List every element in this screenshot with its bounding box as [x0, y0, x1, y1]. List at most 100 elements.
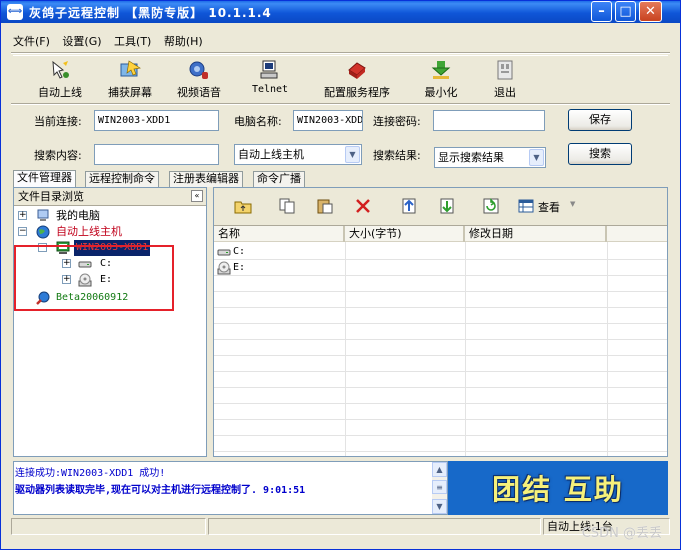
view-grid-icon — [518, 199, 534, 213]
refresh-icon[interactable] — [482, 197, 500, 215]
divider — [11, 103, 670, 105]
table-row[interactable]: C: — [214, 244, 667, 260]
watermark: CSDN @丢丢 — [581, 526, 662, 541]
close-window-button[interactable]: ✕ — [639, 1, 662, 22]
capture-screen-button[interactable]: 捕获屏幕 — [105, 60, 155, 100]
menu-settings[interactable]: 设置(G) — [62, 35, 101, 48]
video-voice-button[interactable]: 视频语音 — [174, 60, 224, 100]
title-bar[interactable]: ⟺ 灰鸽子远程控制 【黑防专版】 10.1.1.4 – □ ✕ — [1, 1, 680, 23]
column-modified[interactable]: 修改日期 — [465, 226, 607, 242]
folder-up-icon[interactable] — [234, 197, 252, 215]
directory-tree-header: 文件目录浏览 « — [14, 188, 206, 206]
auto-online-button[interactable]: 自动上线 — [35, 60, 85, 100]
column-name[interactable]: 名称 — [214, 226, 345, 242]
search-result-select[interactable]: 显示搜索结果 ▼ — [434, 147, 546, 168]
status-cell — [208, 518, 541, 535]
computer-icon — [37, 209, 49, 221]
video-voice-label: 视频语音 — [177, 86, 221, 99]
capture-screen-label: 捕获屏幕 — [108, 86, 152, 99]
arrows-icon[interactable]: ⟺ — [7, 4, 23, 20]
tab-registry-editor[interactable]: 注册表编辑器 — [169, 171, 243, 187]
expand-icon[interactable]: + — [18, 211, 27, 220]
banner-image: 团结 互助 — [448, 461, 668, 515]
maximize-window-button[interactable]: □ — [615, 1, 636, 22]
save-button[interactable]: 保存 — [568, 109, 632, 131]
view-label: 查看 — [538, 201, 560, 214]
tree-item-my-computer[interactable]: + 我的电脑 — [14, 208, 204, 224]
connection-password-field[interactable] — [433, 110, 545, 131]
search-result-label: 搜索结果: — [373, 149, 421, 162]
delete-icon[interactable] — [354, 197, 372, 215]
table-row — [214, 436, 667, 452]
auto-online-icon — [52, 60, 69, 79]
chevron-down-icon[interactable]: ▼ — [529, 149, 544, 166]
search-content-label: 搜索内容: — [34, 149, 82, 162]
chevron-down-icon[interactable]: ▼ — [345, 146, 360, 163]
file-toolbar: 查看 ▼ — [214, 188, 667, 226]
minimize-button[interactable]: 最小化 — [416, 60, 466, 100]
exit-icon — [497, 60, 513, 80]
table-row — [214, 388, 667, 404]
search-content-input[interactable] — [94, 144, 219, 165]
download-icon[interactable] — [438, 197, 456, 215]
table-row[interactable]: E: — [214, 260, 667, 276]
tree-item-auto-online-hosts[interactable]: − 自动上线主机 — [14, 224, 204, 240]
current-connection-label: 当前连接: — [34, 115, 82, 128]
telnet-label: Telnet — [251, 84, 289, 95]
globe-icon — [36, 225, 50, 239]
scroll-thumb[interactable]: ≡ — [432, 480, 447, 494]
config-service-icon — [348, 62, 366, 79]
search-scope-value: 自动上线主机 — [238, 148, 304, 161]
search-scope-select[interactable]: 自动上线主机 ▼ — [234, 144, 362, 165]
menu-file[interactable]: 文件(F) — [13, 35, 50, 48]
computer-name-field[interactable]: WIN2003-XDD — [293, 110, 363, 131]
toolbar: 自动上线 捕获屏幕 视频语音 Telnet 配置服务程序 最小化 退出 — [13, 55, 668, 101]
status-bar: 自动上线:1台 — [11, 518, 670, 536]
tab-command-broadcast[interactable]: 命令广播 — [253, 171, 305, 187]
table-row — [214, 276, 667, 292]
column-size[interactable]: 大小(字节) — [345, 226, 465, 242]
telnet-button[interactable]: Telnet — [245, 60, 295, 95]
menu-tools[interactable]: 工具(T) — [114, 35, 151, 48]
config-service-button[interactable]: 配置服务程序 — [317, 60, 397, 100]
computer-name-label: 电脑名称: — [234, 115, 282, 128]
tree-label: 自动上线主机 — [56, 225, 122, 238]
window-title: 灰鸽子远程控制 【黑防专版】 10.1.1.4 — [29, 6, 272, 20]
view-menu-button[interactable]: 查看 ▼ — [518, 197, 578, 215]
table-row — [214, 372, 667, 388]
chevron-down-icon: ▼ — [570, 200, 576, 208]
drive-icon — [217, 249, 231, 256]
collapse-icon[interactable]: − — [18, 227, 27, 236]
log-line: 连接成功:WIN2003-XDD1 成功! — [15, 468, 166, 479]
exit-button[interactable]: 退出 — [485, 60, 525, 100]
scroll-up-icon[interactable]: ▲ — [432, 462, 447, 477]
main-window: ⟺ 灰鸽子远程控制 【黑防专版】 10.1.1.4 – □ ✕ 文件(F) 设置… — [0, 0, 681, 550]
collapse-panel-button[interactable]: « — [191, 190, 203, 202]
divider — [11, 52, 670, 54]
log-scrollbar[interactable]: ▲ ≡ ▼ — [432, 462, 447, 514]
menu-bar: 文件(F) 设置(G) 工具(T) 帮助(H) — [13, 33, 212, 51]
copy-icon[interactable] — [278, 197, 296, 215]
config-service-label: 配置服务程序 — [324, 86, 390, 99]
scroll-down-icon[interactable]: ▼ — [432, 499, 447, 514]
table-row — [214, 292, 667, 308]
telnet-icon — [260, 60, 278, 79]
tree-label: 我的电脑 — [56, 209, 100, 222]
table-row — [214, 420, 667, 436]
table-row — [214, 404, 667, 420]
current-connection-field[interactable]: WIN2003-XDD1 — [94, 110, 219, 131]
minimize-icon — [431, 61, 451, 79]
banner-text: 团结 互助 — [492, 473, 624, 506]
log-box[interactable]: 连接成功:WIN2003-XDD1 成功! 驱动器列表读取完毕,现在可以对主机进… — [13, 461, 448, 515]
paste-icon[interactable] — [316, 197, 334, 215]
tab-file-manager[interactable]: 文件管理器 — [13, 170, 76, 188]
capture-screen-icon — [120, 60, 141, 77]
menu-help[interactable]: 帮助(H) — [164, 35, 203, 48]
directory-tree-title: 文件目录浏览 — [18, 190, 84, 203]
search-button[interactable]: 搜索 — [568, 143, 632, 165]
highlight-annotation — [14, 245, 174, 311]
upload-icon[interactable] — [400, 197, 418, 215]
tab-remote-commands[interactable]: 远程控制命令 — [85, 171, 159, 187]
cdrom-icon — [217, 261, 231, 275]
minimize-window-button[interactable]: – — [591, 1, 612, 22]
